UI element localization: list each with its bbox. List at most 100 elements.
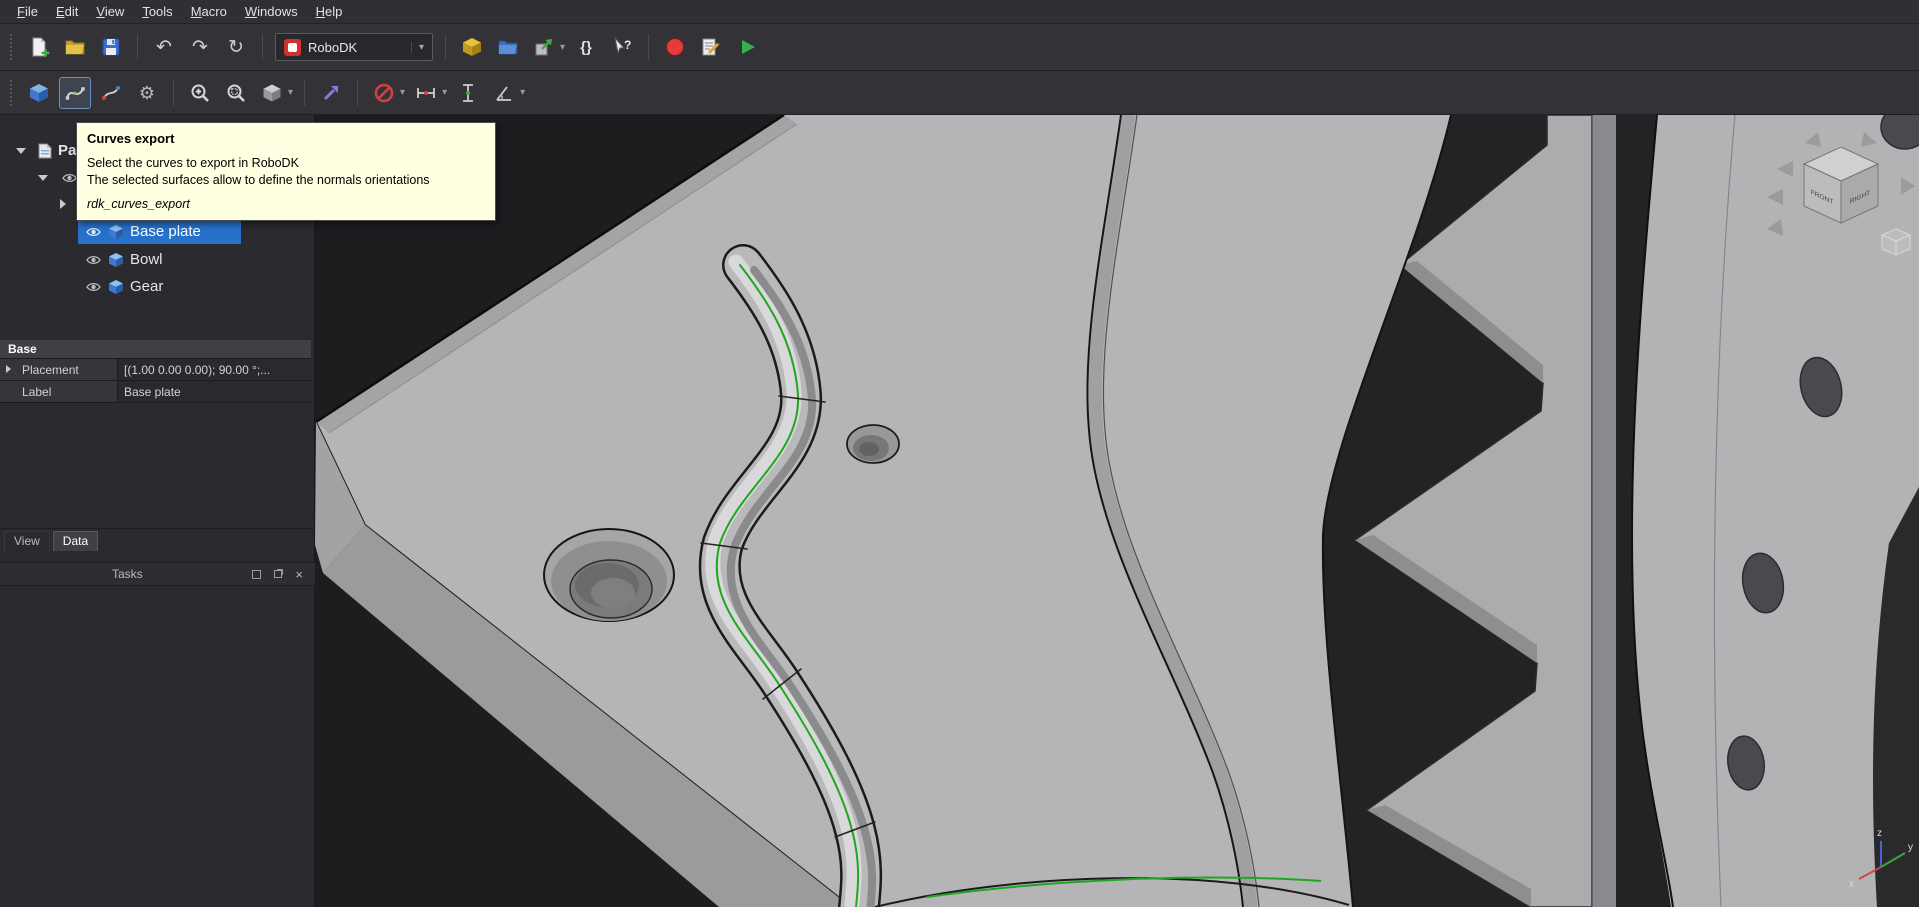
reference-frame-button[interactable]	[315, 77, 347, 109]
small-hole[interactable]	[847, 425, 899, 463]
close-panel-icon[interactable]: ×	[295, 570, 303, 579]
property-tabs: View Data	[0, 528, 315, 551]
settings-button[interactable]: ⚙	[131, 77, 163, 109]
workbench-selector[interactable]: RoboDK ▾	[275, 33, 433, 61]
save-document-button[interactable]	[95, 31, 127, 63]
refresh-button[interactable]: ↻	[220, 31, 252, 63]
measure-vertical-button[interactable]	[452, 77, 484, 109]
chevron-down-icon[interactable]: ▾	[520, 87, 525, 98]
eye-icon[interactable]	[86, 226, 101, 238]
tree-item-base-plate[interactable]: Base plate	[0, 218, 315, 245]
measure-linear-button[interactable]	[410, 77, 442, 109]
toolbar-separator	[262, 34, 263, 60]
clear-measurement-button[interactable]	[368, 77, 400, 109]
redo-button[interactable]: ↷	[184, 31, 216, 63]
isometric-view-button[interactable]	[23, 77, 55, 109]
yellow-box-icon	[461, 36, 483, 58]
gear-icon: ⚙	[139, 84, 155, 102]
iso-view-icon[interactable]	[1882, 229, 1910, 255]
chevron-down-icon[interactable]: ▾	[442, 87, 447, 98]
robodk-open-library-button[interactable]	[492, 31, 524, 63]
tooltip-title: Curves export	[87, 131, 485, 146]
property-row-label[interactable]: Label Base plate	[0, 381, 311, 403]
flange-part-model[interactable]	[1626, 115, 1919, 907]
toolbar-separator	[173, 80, 174, 106]
main-area: Pa	[0, 115, 1919, 907]
no-entry-icon	[373, 82, 395, 104]
property-group-header: Base	[0, 340, 311, 359]
curve-point-icon	[100, 82, 122, 104]
zoom-selection-icon	[225, 82, 247, 104]
tree-item-gear[interactable]: Gear	[0, 273, 315, 300]
robodk-export-button[interactable]	[528, 31, 560, 63]
chevron-down-icon[interactable]: ▾	[400, 87, 405, 98]
macro-record-button[interactable]	[659, 31, 691, 63]
expander-icon[interactable]	[38, 175, 48, 181]
eye-icon[interactable]	[86, 281, 101, 293]
zoom-fit-button[interactable]	[184, 77, 216, 109]
3d-viewport[interactable]: TOP FRONT RIGHT z y x	[315, 115, 1919, 907]
toolbar-separator	[304, 80, 305, 106]
counterbore-hole[interactable]	[544, 529, 674, 621]
curves-export-button[interactable]	[59, 77, 91, 109]
record-icon	[664, 36, 686, 58]
undo-button[interactable]: ↶	[148, 31, 180, 63]
curve-follow-button[interactable]	[95, 77, 127, 109]
play-icon	[736, 36, 758, 58]
menu-macro[interactable]: Macro	[182, 1, 236, 22]
property-value-cell[interactable]: [(1.00 0.00 0.00); 90.00 °;...	[118, 359, 311, 381]
zoom-selection-button[interactable]	[220, 77, 252, 109]
property-name: Label	[22, 385, 51, 399]
menu-help[interactable]: Help	[307, 1, 352, 22]
robodk-load-project-button[interactable]	[456, 31, 488, 63]
menu-tools[interactable]: Tools	[133, 1, 181, 22]
axis-y-label: y	[1908, 842, 1913, 853]
toolbar-grip[interactable]	[10, 34, 15, 60]
part-cube-icon	[108, 252, 124, 268]
edit-macro-icon	[700, 36, 722, 58]
freecad-robodk-window: File Edit View Tools Macro Windows Help	[0, 0, 1919, 907]
whats-this-button[interactable]: ?	[606, 31, 638, 63]
tab-data[interactable]: Data	[53, 531, 98, 551]
toolbar-grip[interactable]	[10, 80, 15, 106]
expander-icon[interactable]	[16, 148, 26, 154]
menu-file[interactable]: File	[8, 1, 47, 22]
purple-arrow-icon	[320, 82, 342, 104]
new-document-button[interactable]	[23, 31, 55, 63]
new-document-icon	[28, 36, 50, 58]
macro-play-button[interactable]	[731, 31, 763, 63]
eye-icon[interactable]	[86, 254, 101, 266]
measure-angle-button[interactable]	[488, 77, 520, 109]
curves-export-icon	[64, 82, 86, 104]
expander-icon[interactable]	[60, 199, 66, 209]
expander-icon[interactable]	[6, 365, 11, 373]
property-name-cell[interactable]: Placement	[0, 359, 118, 381]
property-value-cell[interactable]: Base plate	[118, 381, 311, 403]
tab-view[interactable]: View	[4, 531, 50, 551]
restore-panel-icon[interactable]	[274, 570, 282, 578]
chevron-down-icon[interactable]: ▾	[560, 42, 565, 53]
menu-edit[interactable]: Edit	[47, 1, 87, 22]
tree-item-bowl[interactable]: Bowl	[0, 246, 315, 273]
tree-root-label: Pa	[58, 142, 76, 159]
view-cube-button[interactable]	[256, 77, 288, 109]
float-panel-icon[interactable]	[252, 570, 261, 579]
macro-edit-button[interactable]	[695, 31, 727, 63]
eye-icon[interactable]	[62, 172, 77, 184]
measure-vertical-icon	[457, 82, 479, 104]
part-cube-icon	[108, 224, 124, 240]
chevron-down-icon[interactable]: ▾	[288, 87, 293, 98]
open-document-button[interactable]	[59, 31, 91, 63]
save-icon	[100, 36, 122, 58]
robodk-api-button[interactable]: {}	[570, 31, 602, 63]
property-name-cell[interactable]: Label	[0, 381, 118, 403]
menu-windows[interactable]: Windows	[236, 1, 307, 22]
measure-linear-icon	[415, 82, 437, 104]
property-group-label: Base	[8, 342, 37, 356]
property-row-placement[interactable]: Placement [(1.00 0.00 0.00); 90.00 °;...	[0, 359, 311, 381]
property-value: [(1.00 0.00 0.00); 90.00 °;...	[124, 363, 270, 377]
menu-view[interactable]: View	[87, 1, 133, 22]
property-value: Base plate	[124, 385, 181, 399]
view-robodk-toolbar: ⚙ ▾	[0, 71, 1919, 115]
3d-scene-canvas[interactable]: TOP FRONT RIGHT z y x	[315, 115, 1919, 907]
